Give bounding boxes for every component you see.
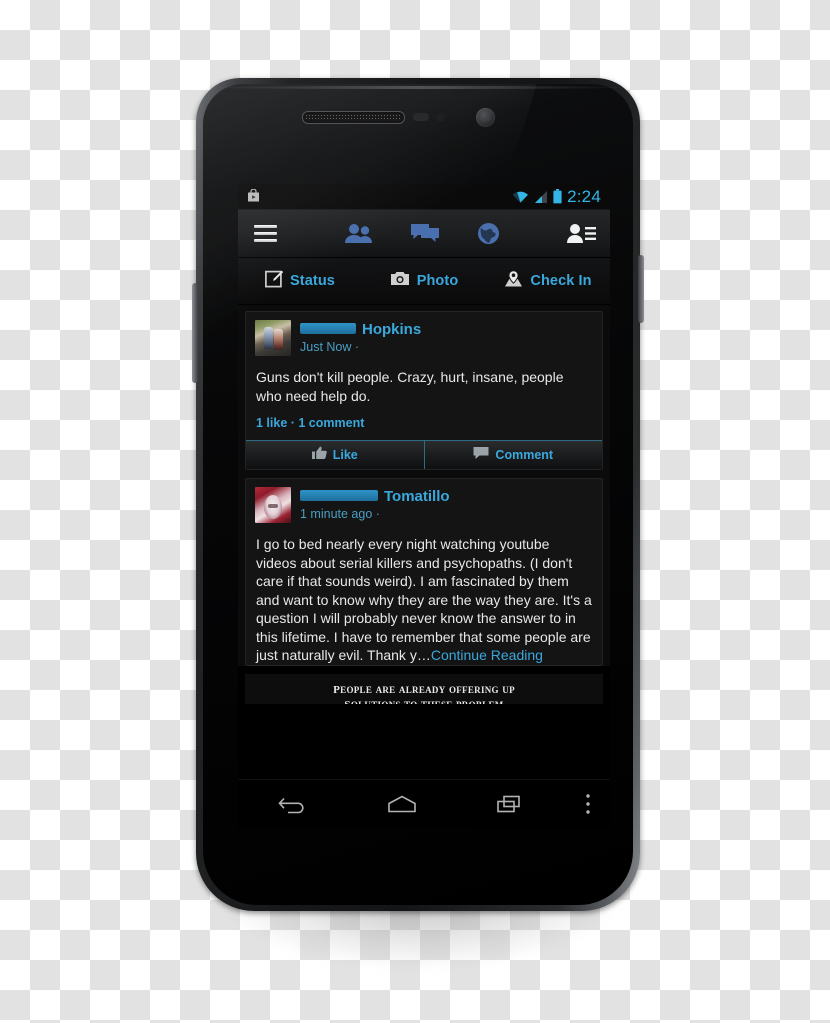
light-sensor	[436, 113, 445, 122]
post-header: Tomatillo 1 minute ago ·	[246, 479, 602, 525]
post-timestamp: 1 minute ago ·	[300, 507, 380, 521]
notifications-globe-icon[interactable]	[477, 222, 500, 245]
friend-requests-icon[interactable]	[344, 223, 373, 244]
status-bar: 2:24	[238, 184, 610, 210]
promo-banner-line-2: solutions to these problem	[344, 695, 504, 704]
post-engagement-summary[interactable]: 1 like · 1 comment	[246, 405, 602, 440]
comment-button[interactable]: Comment	[423, 441, 603, 469]
post-action-bar: Like Comment	[246, 440, 602, 469]
earpiece-speaker	[302, 111, 405, 124]
status-notification-area	[246, 189, 261, 204]
bezel-highlight	[205, 86, 631, 89]
post-author-row: Tomatillo	[300, 488, 450, 505]
post-author-name[interactable]: Hopkins	[362, 321, 421, 338]
composer-photo-label: Photo	[416, 273, 459, 289]
location-pin-icon	[504, 269, 523, 293]
app-action-bar	[238, 210, 610, 258]
wifi-icon	[512, 190, 529, 204]
battery-icon	[553, 189, 562, 204]
promo-banner[interactable]: People are already offering up solutions…	[245, 673, 603, 704]
like-button-label: Like	[332, 448, 358, 462]
post-body-text: I go to bed nearly every night watching …	[246, 525, 602, 665]
proximity-sensor	[413, 113, 429, 121]
cell-signal-icon	[534, 190, 548, 204]
camera-icon	[390, 271, 410, 292]
play-store-icon	[246, 189, 261, 204]
feed-post: Tomatillo 1 minute ago · I go to bed nea…	[245, 478, 603, 666]
composer-bar: Status Photo Check In	[238, 258, 610, 305]
back-button[interactable]	[238, 794, 347, 814]
promo-banner-line-1: People are already offering up	[333, 680, 515, 697]
composer-checkin-label: Check In	[530, 273, 592, 289]
phone-screen: 2:24 Status Photo Check In Hopkins Just …	[238, 184, 610, 828]
recents-button[interactable]	[457, 794, 566, 814]
system-navigation-bar	[238, 779, 610, 828]
continue-reading-link[interactable]: Continue Reading	[431, 647, 543, 663]
hamburger-menu-icon[interactable]	[238, 225, 292, 242]
redacted-name-block	[300, 490, 378, 501]
avatar[interactable]	[255, 487, 291, 523]
home-button[interactable]	[347, 794, 456, 814]
power-button[interactable]	[638, 255, 644, 323]
comment-bubble-icon	[473, 446, 489, 465]
overflow-menu-button[interactable]	[566, 793, 610, 815]
device-front-glass: 2:24 Status Photo Check In Hopkins Just …	[203, 84, 633, 905]
post-timestamp: Just Now ·	[300, 340, 360, 354]
messages-icon[interactable]	[411, 223, 439, 244]
comment-button-label: Comment	[495, 448, 554, 462]
compose-status-icon	[265, 270, 284, 293]
news-feed: Hopkins Just Now · Guns don't kill peopl…	[238, 305, 610, 666]
post-header: Hopkins Just Now ·	[246, 312, 602, 358]
front-camera	[476, 108, 495, 127]
redacted-name-block	[300, 323, 356, 334]
post-author-row: Hopkins	[300, 321, 421, 338]
post-body-truncated: I go to bed nearly every night watching …	[256, 536, 592, 663]
composer-status-button[interactable]: Status	[238, 270, 362, 293]
status-system-icons: 2:24	[512, 187, 601, 207]
volume-button[interactable]	[192, 283, 198, 383]
like-button[interactable]: Like	[246, 441, 424, 469]
composer-checkin-button[interactable]: Check In	[486, 269, 610, 293]
composer-photo-button[interactable]: Photo	[362, 271, 486, 292]
feed-post: Hopkins Just Now · Guns don't kill peopl…	[245, 311, 603, 470]
device-chassis: 2:24 Status Photo Check In Hopkins Just …	[196, 78, 640, 911]
post-body-text: Guns don't kill people. Crazy, hurt, ins…	[256, 369, 564, 404]
composer-status-label: Status	[290, 273, 335, 289]
post-author-name[interactable]: Tomatillo	[384, 488, 450, 505]
avatar[interactable]	[255, 320, 291, 356]
thumbs-up-icon	[311, 446, 327, 465]
status-clock: 2:24	[567, 186, 601, 206]
action-bar-center-icons	[292, 222, 552, 245]
contacts-icon[interactable]	[552, 223, 610, 244]
smartphone-device: 2:24 Status Photo Check In Hopkins Just …	[192, 78, 644, 968]
